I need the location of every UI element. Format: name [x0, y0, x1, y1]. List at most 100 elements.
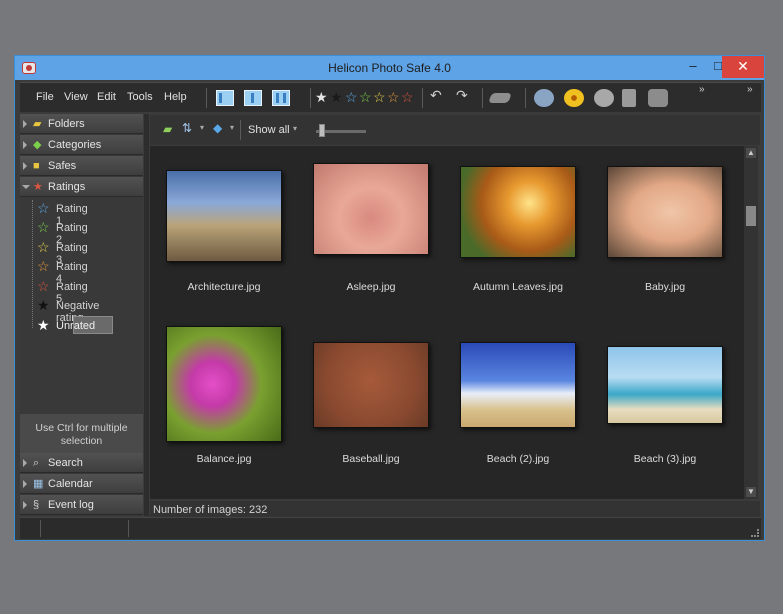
layout-three-panels-icon[interactable] [272, 90, 290, 106]
sidebar-item-label: Calendar [48, 478, 93, 490]
backup-disc-icon[interactable] [594, 89, 614, 107]
thumbnail-item[interactable]: Architecture.jpg [166, 170, 282, 293]
window-title: Helicon Photo Safe 4.0 [328, 61, 451, 75]
toolbar-separator [240, 120, 241, 140]
menu-tools[interactable]: Tools [127, 91, 153, 103]
sidebar-item-calendar[interactable]: ▦ Calendar [20, 474, 143, 494]
rotate-left-icon[interactable]: ↶ [430, 87, 442, 104]
scroll-down-icon[interactable]: ▼ [746, 487, 756, 497]
thumbnail-filename: Baseball.jpg [342, 453, 400, 465]
lock-icon: ■ [33, 160, 40, 172]
unrated-star-icon: ★ [37, 317, 50, 333]
toolbar-separator [310, 88, 311, 108]
menu-file[interactable]: File [36, 91, 54, 103]
slider-handle[interactable] [319, 124, 325, 137]
thumbnail-item[interactable]: Baseball.jpg [313, 342, 429, 465]
toolbar-overflow-right-icon[interactable]: » [747, 84, 753, 95]
tree-connector [32, 200, 33, 328]
rating-star-2-icon[interactable]: ☆ [359, 88, 372, 106]
toolbar-separator [482, 88, 483, 108]
thumbnail-filename: Autumn Leaves.jpg [473, 281, 563, 293]
sidebar-item-folders[interactable]: ▰ Folders [20, 114, 143, 134]
sidebar-item-label: Event log [48, 499, 94, 511]
menu-help[interactable]: Help [164, 91, 187, 103]
log-icon: § [33, 499, 40, 511]
status-divider [128, 520, 129, 537]
thumbnail-filename: Architecture.jpg [187, 281, 261, 293]
app-window: Helicon Photo Safe 4.0 – □ ✕ File View E… [14, 55, 765, 541]
thumbnail-filename: Beach (2).jpg [486, 453, 550, 465]
close-button[interactable]: ✕ [722, 56, 764, 78]
thumbnail-item[interactable]: Baby.jpg [607, 166, 723, 293]
layout-two-panels-icon[interactable] [244, 90, 262, 106]
sidebar-item-label: Search [48, 457, 83, 469]
camera-import-icon[interactable] [534, 89, 554, 107]
photo-baby [607, 166, 723, 258]
view-mode-icon[interactable]: ◆ [213, 121, 222, 135]
title-bar: Helicon Photo Safe 4.0 – □ ✕ [15, 56, 764, 80]
thumbnail-filename: Asleep.jpg [346, 281, 396, 293]
thumbnail-grid: Architecture.jpg Asleep.jpg Autumn Leave… [150, 146, 744, 499]
eraser-icon[interactable] [488, 93, 512, 103]
sort-icon[interactable]: ⇅ [182, 121, 192, 135]
panel-splitter[interactable] [144, 114, 149, 516]
disc-burn-icon[interactable] [564, 89, 584, 107]
thumbnail-filename: Beach (3).jpg [633, 453, 697, 465]
sidebar-item-ratings[interactable]: ★ Ratings [20, 177, 143, 197]
view-dropdown-icon[interactable]: ▾ [230, 123, 234, 132]
folder-icon: ▰ [33, 118, 42, 130]
rating-star-1-icon[interactable]: ☆ [345, 88, 358, 106]
sort-dropdown-icon[interactable]: ▾ [200, 123, 204, 132]
photo-beach-2 [460, 342, 576, 428]
photo-autumn-leaves [460, 166, 576, 258]
filter-dropdown-icon[interactable]: ▾ [293, 124, 297, 133]
web-gallery-icon[interactable] [648, 89, 668, 107]
minimize-button[interactable]: – [679, 56, 707, 78]
thumbnail-item[interactable]: Asleep.jpg [313, 163, 429, 293]
rating-label: Unrated [56, 320, 96, 332]
rating-1-star-icon: ☆ [37, 200, 50, 216]
sidebar: ▰ Folders ◆ Categories ■ Safes ★ Ratings… [20, 114, 143, 516]
star-icon: ★ [33, 181, 43, 193]
rating-4-star-icon: ☆ [37, 258, 50, 274]
thumbnail-item[interactable]: Balance.jpg [166, 326, 282, 465]
toolbar-overflow-icon[interactable]: » [699, 84, 705, 95]
sidebar-item-safes[interactable]: ■ Safes [20, 156, 143, 176]
sidebar-item-label: Safes [48, 160, 77, 172]
search-icon: ⌕ [33, 457, 40, 469]
thumbnail-item[interactable]: Beach (2).jpg [460, 342, 576, 465]
scroll-up-icon[interactable]: ▲ [746, 148, 756, 158]
calendar-icon: ▦ [33, 478, 44, 490]
status-divider [40, 520, 41, 537]
sidebar-item-search[interactable]: ⌕ Search [20, 453, 143, 473]
photo-balance [166, 326, 282, 442]
rating-3-star-icon: ☆ [37, 239, 50, 255]
rotate-right-icon[interactable]: ↷ [456, 87, 468, 104]
sidebar-item-event-log[interactable]: § Event log [20, 495, 143, 515]
thumbnail-item[interactable]: Beach (3).jpg [607, 346, 723, 465]
photo-beach-3 [607, 346, 723, 424]
layout-left-panel-icon[interactable] [216, 90, 234, 106]
rating-star-black-icon[interactable]: ★ [330, 88, 343, 106]
toolbar-separator [422, 88, 423, 108]
menu-view[interactable]: View [64, 91, 88, 103]
rating-star-5-icon[interactable]: ☆ [401, 88, 414, 106]
show-all-filter[interactable]: Show all [248, 124, 290, 136]
print-icon[interactable] [622, 89, 636, 107]
multi-select-hint: Use Ctrl for multiple selection [20, 414, 143, 457]
vertical-scrollbar[interactable]: ▲ ▼ [744, 146, 758, 499]
sidebar-item-label: Ratings [48, 181, 86, 193]
rating-star-white-icon[interactable]: ★ [315, 88, 328, 106]
rating-star-4-icon[interactable]: ☆ [387, 88, 400, 106]
resize-grip-icon[interactable] [751, 529, 759, 537]
content-toolbar: ▰ ⇅ ▾ ◆ ▾ Show all ▾ [150, 115, 760, 145]
photo-architecture [166, 170, 282, 262]
negative-star-icon: ★ [37, 297, 50, 313]
rating-star-3-icon[interactable]: ☆ [373, 88, 386, 106]
sidebar-item-categories[interactable]: ◆ Categories [20, 135, 143, 155]
tag-icon: ◆ [33, 139, 42, 151]
scrollbar-thumb[interactable] [746, 206, 756, 226]
category-filter-icon[interactable]: ▰ [163, 122, 172, 136]
menu-edit[interactable]: Edit [97, 91, 116, 103]
thumbnail-item[interactable]: Autumn Leaves.jpg [460, 166, 576, 293]
